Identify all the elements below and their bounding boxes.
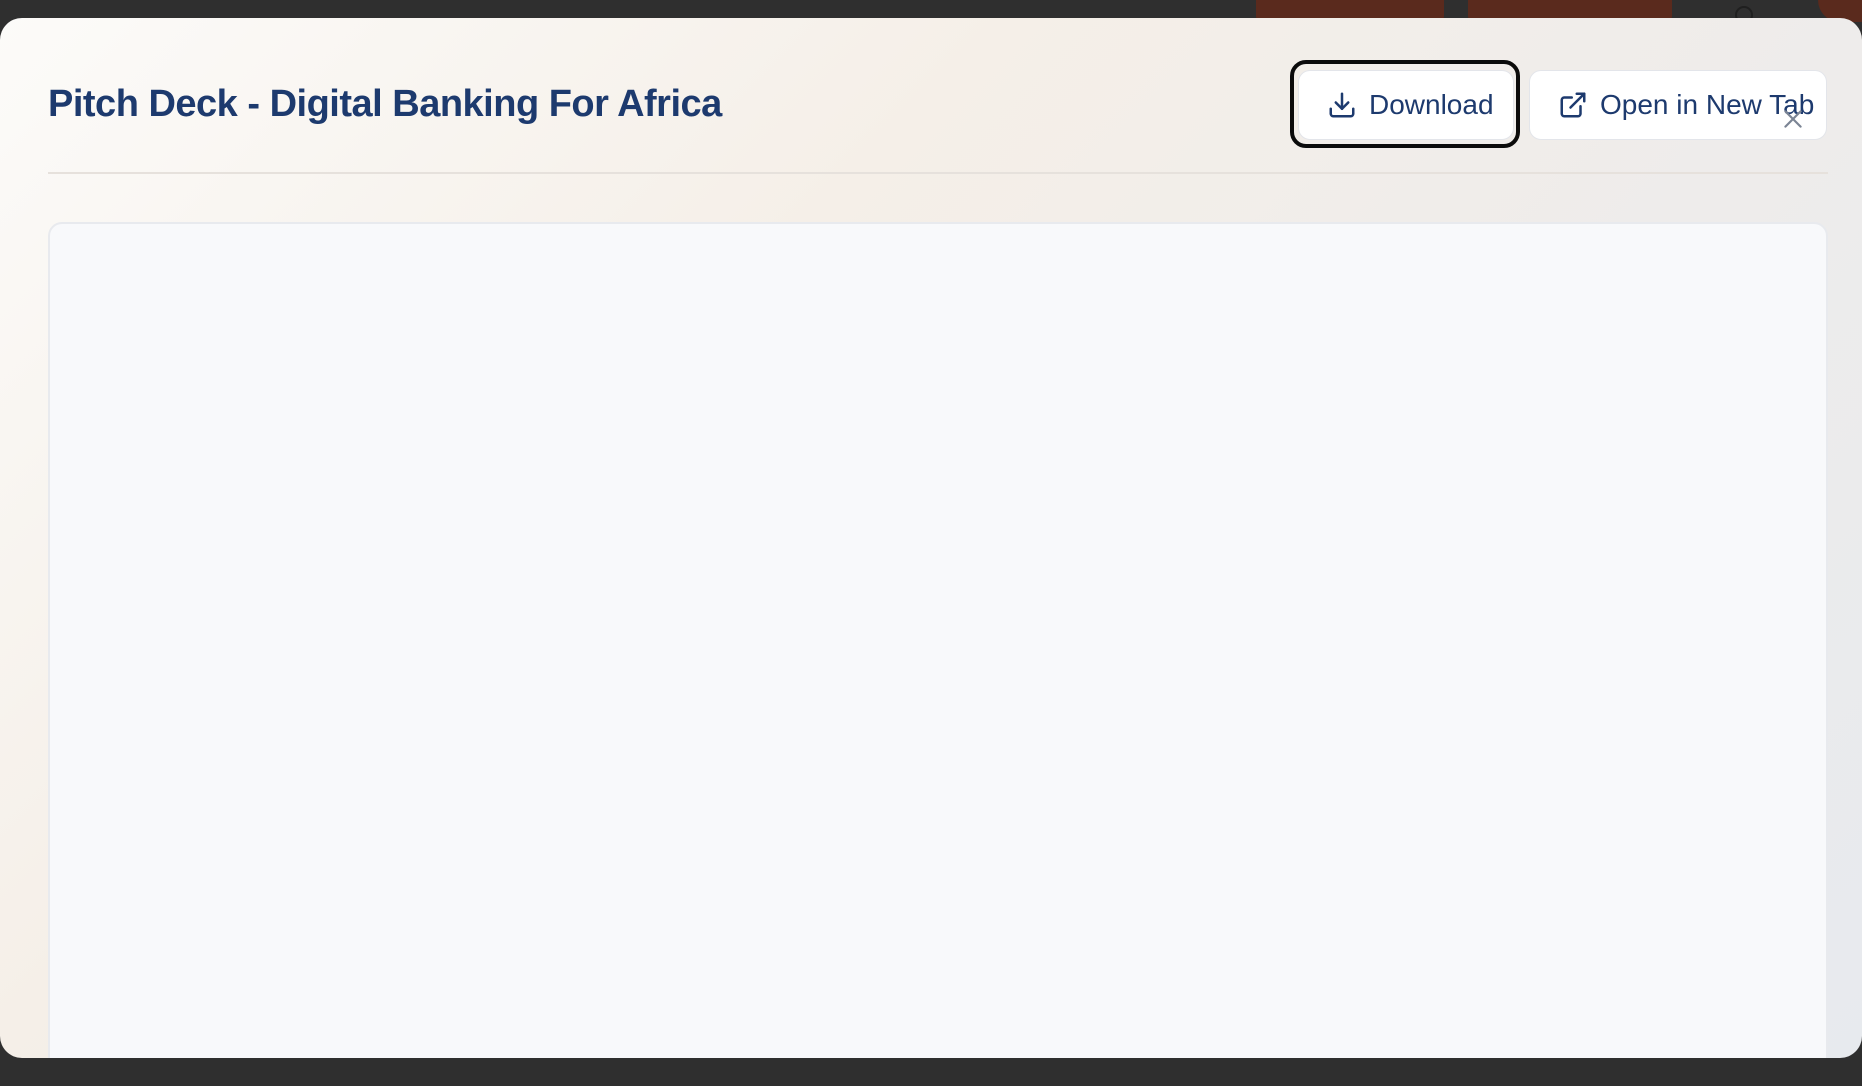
header-divider (48, 172, 1828, 174)
close-icon (1780, 106, 1806, 137)
download-button-label: Download (1369, 89, 1494, 120)
download-button[interactable]: Download (1298, 70, 1514, 140)
download-icon (1327, 90, 1357, 120)
document-preview-frame[interactable] (48, 222, 1828, 1058)
document-preview-modal: Pitch Deck - Digital Banking For Africa … (0, 18, 1862, 1058)
close-button[interactable] (1778, 106, 1808, 136)
external-link-icon (1558, 90, 1588, 120)
modal-title: Pitch Deck - Digital Banking For Africa (48, 83, 722, 125)
